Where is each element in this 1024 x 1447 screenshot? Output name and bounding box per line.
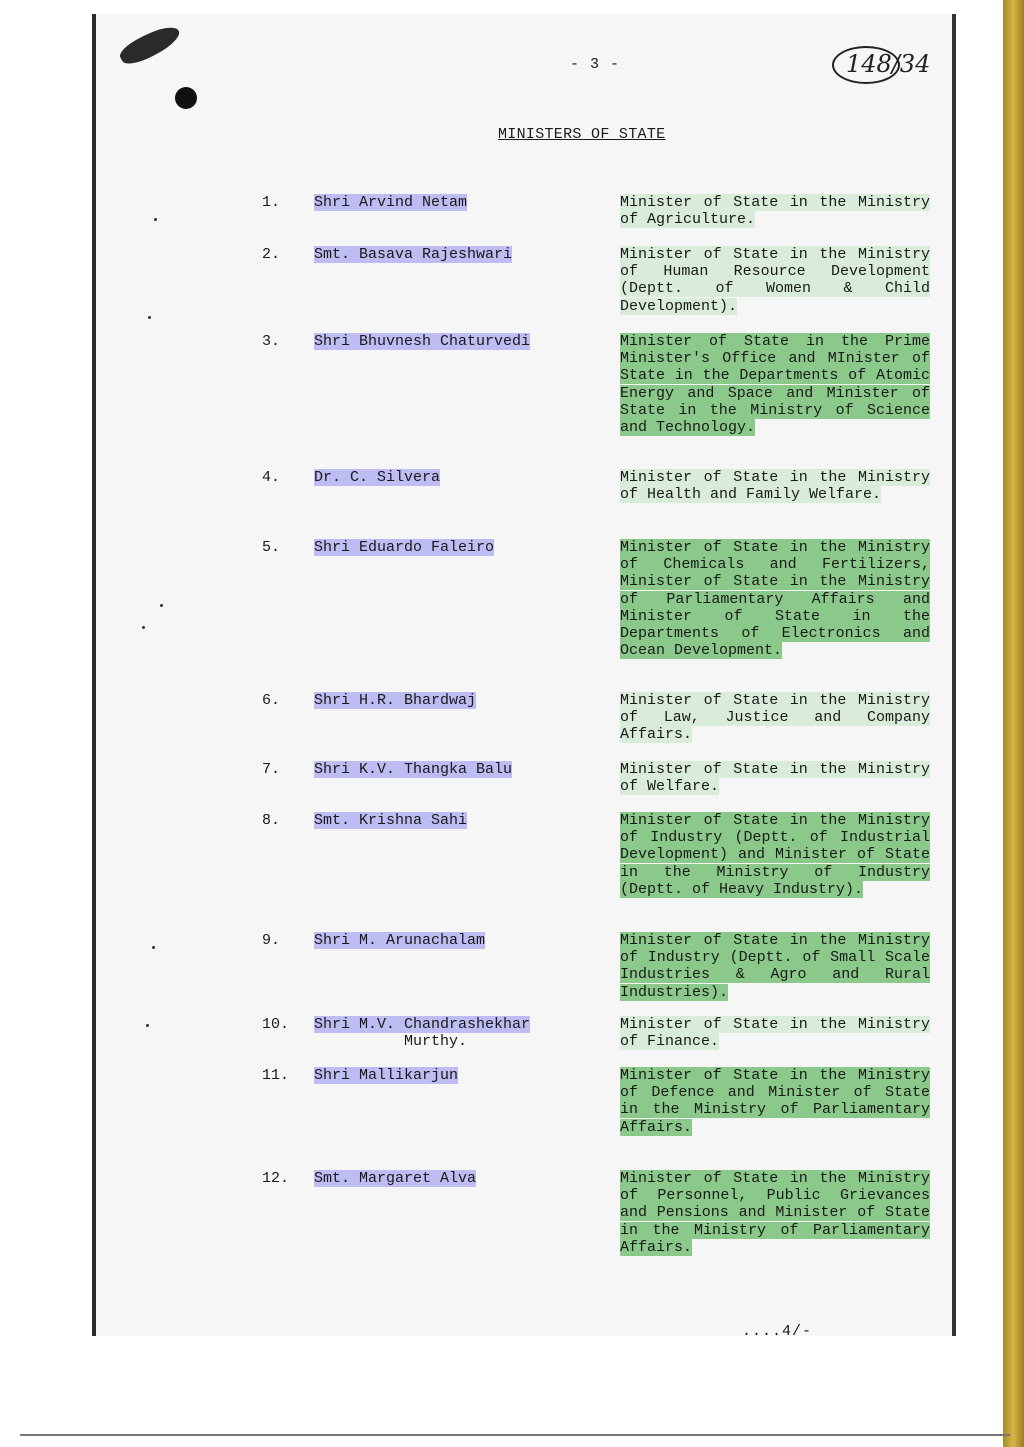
handwritten-page-mark: 148/34: [832, 44, 940, 86]
minister-portfolio: Minister of State in the Ministry of Hum…: [620, 246, 930, 315]
continuation-marker: ....4/-: [742, 1323, 813, 1340]
minister-name-text: Smt. Margaret Alva: [314, 1170, 477, 1187]
minister-portfolio-text: Minister of State in the Ministry of Law…: [620, 692, 930, 744]
minister-portfolio: Minister of State in the Ministry of Ind…: [620, 812, 930, 898]
minister-name-text: Shri M. Arunachalam: [314, 932, 486, 949]
minister-name-text: Smt. Krishna Sahi: [314, 812, 468, 829]
minister-portfolio: Minister of State in the Ministry of Ind…: [620, 932, 930, 1001]
minister-name: Dr. C. Silvera: [314, 469, 584, 486]
minister-name: Smt. Basava Rajeshwari: [314, 246, 584, 263]
speck: [148, 316, 151, 319]
entry-number: 4.: [262, 469, 281, 486]
minister-name: Shri M.V. Chandrashekhar Murthy.: [314, 1016, 584, 1050]
minister-name-text: Shri M.V. Chandrashekhar: [314, 1016, 531, 1033]
minister-portfolio: Minister of State in the Ministry of Law…: [620, 692, 930, 744]
minister-portfolio-text: Minister of State in the Ministry of Ind…: [620, 932, 930, 1001]
minister-portfolio: Minister of State in the Ministry of Agr…: [620, 194, 930, 229]
minister-name: Shri M. Arunachalam: [314, 932, 584, 949]
binder-spine: [1003, 0, 1024, 1447]
minister-name: Shri Mallikarjun: [314, 1067, 584, 1084]
minister-portfolio-text: Minister of State in the Ministry of Def…: [620, 1067, 930, 1136]
minister-portfolio-text: Minister of State in the Ministry of Hea…: [620, 469, 930, 504]
minister-portfolio: Minister of State in the Ministry of Per…: [620, 1170, 930, 1256]
minister-portfolio-text: Minister of State in the Ministry of Hum…: [620, 246, 930, 315]
minister-portfolio: Minister of State in the Prime Minister'…: [620, 333, 930, 437]
speck: [160, 604, 163, 607]
minister-name: Shri Eduardo Faleiro: [314, 539, 584, 556]
minister-portfolio: Minister of State in the Ministry of Wel…: [620, 761, 930, 796]
minister-name-text: Smt. Basava Rajeshwari: [314, 246, 513, 263]
entry-number: 10.: [262, 1016, 290, 1033]
minister-name: Smt. Krishna Sahi: [314, 812, 584, 829]
punch-hole-mark: [175, 87, 197, 109]
minister-name: Shri H.R. Bhardwaj: [314, 692, 584, 709]
minister-name: Smt. Margaret Alva: [314, 1170, 584, 1187]
speck: [154, 218, 157, 221]
minister-portfolio-text: Minister of State in the Ministry of Per…: [620, 1170, 930, 1256]
entry-number: 12.: [262, 1170, 290, 1187]
minister-name-text: Shri Eduardo Faleiro: [314, 539, 495, 556]
minister-name-text: Dr. C. Silvera: [314, 469, 441, 486]
minister-name-continuation: Murthy.: [404, 1033, 468, 1050]
minister-name-text: Shri Mallikarjun: [314, 1067, 459, 1084]
speck: [142, 626, 145, 629]
entry-number: 2.: [262, 246, 281, 263]
minister-name: Shri Arvind Netam: [314, 194, 584, 211]
minister-portfolio: Minister of State in the Ministry of Hea…: [620, 469, 930, 504]
page-bottom-edge: [20, 1434, 1010, 1436]
entry-number: 3.: [262, 333, 281, 350]
minister-name-text: Shri H.R. Bhardwaj: [314, 692, 477, 709]
entry-number: 9.: [262, 932, 281, 949]
minister-portfolio-text: Minister of State in the Ministry of Wel…: [620, 761, 930, 796]
minister-portfolio-text: Minister of State in the Ministry of Ind…: [620, 812, 930, 898]
speck: [146, 1024, 149, 1027]
minister-name: Shri Bhuvnesh Chaturvedi: [314, 333, 584, 350]
minister-name-text: Shri Bhuvnesh Chaturvedi: [314, 333, 531, 350]
entry-number: 5.: [262, 539, 281, 556]
entry-number: 8.: [262, 812, 281, 829]
page-right-edge: [952, 14, 956, 1336]
entry-number: 11.: [262, 1067, 290, 1084]
entry-number: 6.: [262, 692, 281, 709]
minister-name-text: Shri Arvind Netam: [314, 194, 468, 211]
minister-name-text: Shri K.V. Thangka Balu: [314, 761, 513, 778]
entry-number: 1.: [262, 194, 281, 211]
handwritten-text: 148/34: [846, 50, 931, 78]
entry-number: 7.: [262, 761, 281, 778]
page-left-edge: [92, 14, 96, 1336]
minister-name: Shri K.V. Thangka Balu: [314, 761, 584, 778]
minister-portfolio: Minister of State in the Ministry of Def…: [620, 1067, 930, 1136]
speck: [152, 946, 155, 949]
minister-portfolio: Minister of State in the Ministry of Che…: [620, 539, 930, 660]
page-title: MINISTERS OF STATE: [498, 126, 666, 143]
minister-portfolio-text: Minister of State in the Prime Minister'…: [620, 333, 930, 437]
page-number: - 3 -: [570, 56, 621, 73]
minister-portfolio-text: Minister of State in the Ministry of Agr…: [620, 194, 930, 229]
minister-portfolio: Minister of State in the Ministry of Fin…: [620, 1016, 930, 1051]
minister-portfolio-text: Minister of State in the Ministry of Che…: [620, 539, 930, 660]
minister-portfolio-text: Minister of State in the Ministry of Fin…: [620, 1016, 930, 1051]
